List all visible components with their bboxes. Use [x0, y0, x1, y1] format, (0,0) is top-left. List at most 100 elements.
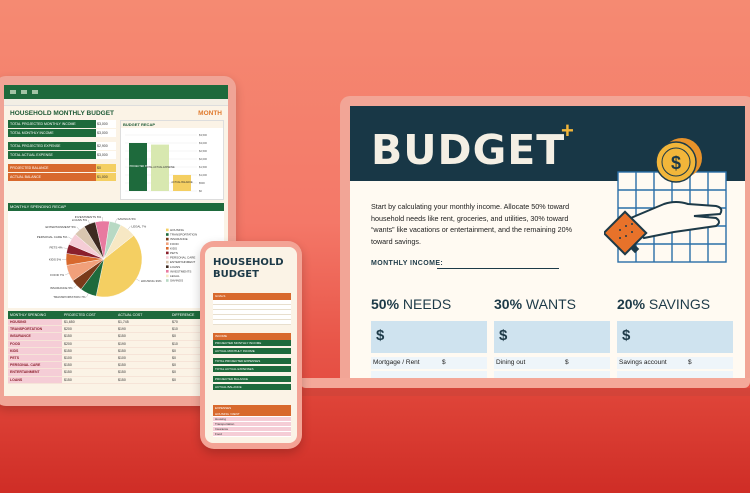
phone-expense-rows: HOUSING / RENT Housing Transportation Insur…: [213, 412, 291, 437]
phone-goals-header: GOALS: [213, 293, 291, 300]
pie-slice-label: LEGAL 7%: [131, 224, 146, 228]
table-value-cell[interactable]: $190: [116, 341, 170, 347]
income-summary-label: TOTAL MONTHLY INCOME: [8, 129, 96, 137]
spreadsheet-ribbon: [4, 99, 228, 106]
legend-label: SAVINGS: [170, 279, 183, 283]
table-category-cell: FOOD: [8, 340, 62, 347]
legend-swatch: [166, 242, 169, 245]
income-summary-row: TOTAL PROJECTED EXPENSE $2,900: [8, 142, 116, 150]
legend-label: HOUSING: [170, 228, 185, 232]
monthly-income-field[interactable]: [437, 268, 559, 269]
table-category-cell: LOANS: [8, 376, 62, 383]
phone-budget-screen: HOUSEHOLD BUDGET GOALS INCOME PROJECTED …: [205, 247, 297, 443]
goal-row[interactable]: [213, 320, 291, 325]
pie-slice-label: PERSONAL CARE 5%: [37, 235, 68, 239]
pie-slice-label: PETS 4%: [50, 246, 63, 250]
table-value-cell[interactable]: $150: [62, 333, 116, 339]
budget-column-percent: 20%: [617, 296, 646, 312]
budget-column-wants: 30% WANTS $ Dining out $: [494, 296, 610, 379]
toolbar-icon[interactable]: [21, 90, 27, 94]
table-value-cell[interactable]: $150: [116, 369, 170, 375]
phone-expense-item[interactable]: Food: [213, 432, 291, 437]
phone-summary-row[interactable]: PROJECTED BALANCE: [213, 376, 291, 382]
income-summary-value[interactable]: $3,000: [96, 120, 116, 128]
coin-hand-icon: $: [604, 138, 727, 263]
budget-column-name: NEEDS: [399, 296, 452, 312]
spending-table-body: HOUSING $1,650 $1,745 $70 TRANSPORTATION $200…: [4, 319, 228, 384]
table-value-cell[interactable]: $150: [62, 377, 116, 383]
legend-swatch: [166, 279, 169, 282]
table-category-cell: PERSONAL CARE: [8, 362, 62, 369]
coin-dollar-label: $: [671, 153, 681, 173]
table-value-cell[interactable]: $100: [116, 355, 170, 361]
table-value-cell[interactable]: $200: [62, 326, 116, 332]
line-item-label: Mortgage / Rent: [373, 359, 420, 366]
budget-line-item[interactable]: Savings account $: [617, 357, 733, 369]
phone-summary-row[interactable]: ACTUAL BALANCE: [213, 384, 291, 390]
phone-summary-row[interactable]: TOTAL ACTUAL EXPENSES: [213, 366, 291, 372]
phone-summary-row[interactable]: PROJECTED MONTHLY INCOME: [213, 340, 291, 346]
pie-slice-label: ENTERTAINMENT 5%: [46, 225, 77, 229]
income-summary-value[interactable]: $0: [96, 164, 116, 172]
plus-icon: +: [561, 118, 574, 143]
table-category-cell: INSURANCE: [8, 333, 62, 340]
pie-slice-label: INVESTMENTS 6%: [75, 215, 102, 219]
table-category-cell: KIDS: [8, 347, 62, 354]
table-value-cell[interactable]: $150: [116, 362, 170, 368]
income-summary-row: PROJECTED BALANCE $0: [8, 164, 116, 172]
table-value-cell[interactable]: $150: [62, 348, 116, 354]
pie-leader-line: [68, 236, 72, 240]
budget-column-heading: 30% WANTS: [494, 296, 610, 312]
table-column-header: MONTHLY SPENDING: [10, 313, 47, 317]
table-row: ENTERTAINMENT $150 $150 $0: [8, 369, 224, 377]
toolbar-icon[interactable]: [10, 90, 16, 94]
budget-column-heading: 50% NEEDS: [371, 296, 487, 312]
pie-leader-line: [76, 226, 80, 231]
pie-leader-line: [86, 293, 89, 298]
table-row: TRANSPORTATION $200 $190 $10: [8, 326, 224, 334]
budget-column-needs: 50% NEEDS $ Mortgage / Rent $: [371, 296, 487, 379]
table-value-cell[interactable]: $150: [116, 333, 170, 339]
pie-leader-line: [127, 226, 131, 230]
phone-expenses-section: EXPENSES HOUSING / RENT Housing Transporta…: [213, 405, 291, 437]
legend-label: LOANS: [170, 265, 180, 269]
income-summary-value[interactable]: $3,000: [96, 151, 116, 159]
laptop-device: BUDGET + $ Start by calculating your mon…: [340, 96, 750, 379]
table-value-cell[interactable]: $150: [62, 362, 116, 368]
table-value-cell[interactable]: $150: [116, 377, 170, 383]
budget-amount-field[interactable]: $: [371, 321, 487, 353]
line-item-dollar: $: [688, 359, 692, 366]
table-value-cell[interactable]: $150: [62, 369, 116, 375]
spending-table-header: MONTHLY SPENDING PROJECTED COST ACTUAL COS…: [8, 311, 224, 319]
pie-slice-label: SAVINGS 5%: [118, 217, 137, 221]
income-summary-value[interactable]: $1,000: [96, 173, 116, 181]
line-item-dollar: $: [565, 359, 569, 366]
income-summary-value[interactable]: $2,900: [96, 142, 116, 150]
hero-title: BUDGET: [371, 126, 566, 174]
table-value-cell[interactable]: $200: [62, 341, 116, 347]
recap-bar-label: ACTUAL BALANCE: [171, 181, 193, 184]
phone-goals-rows: [213, 300, 291, 325]
phone-summary-row[interactable]: TOTAL PROJECTED EXPENSES: [213, 358, 291, 364]
table-value-cell[interactable]: $190: [116, 326, 170, 332]
table-column-header: PROJECTED COST: [64, 313, 96, 317]
recap-tick-label: $3,500: [199, 133, 207, 137]
budget-line-item[interactable]: Mortgage / Rent $: [371, 357, 487, 369]
budget-amount-field[interactable]: $: [494, 321, 610, 353]
sheet-month[interactable]: MONTH: [198, 110, 222, 117]
phone-summary-row[interactable]: ACTUAL MONTHLY INCOME: [213, 348, 291, 354]
budget-amount-field[interactable]: $: [617, 321, 733, 353]
budget-recap-title: BUDGET RECAP: [121, 121, 223, 128]
table-value-cell[interactable]: $1,650: [62, 319, 116, 325]
pie-slice-label: HOUSING 39%: [141, 279, 162, 283]
table-value-cell[interactable]: $150: [116, 348, 170, 354]
budget-column-savings: 20% SAVINGS $ Savings account $: [617, 296, 733, 379]
toolbar-icon[interactable]: [32, 90, 38, 94]
line-item-label: Dining out: [496, 359, 526, 366]
table-value-cell[interactable]: $100: [62, 355, 116, 361]
legend-label: INVESTMENTS: [170, 269, 191, 273]
table-value-cell[interactable]: $1,745: [116, 319, 170, 325]
table-category-cell: PETS: [8, 354, 62, 362]
income-summary-value[interactable]: $3,000: [96, 129, 116, 137]
budget-line-item[interactable]: Dining out $: [494, 357, 610, 369]
